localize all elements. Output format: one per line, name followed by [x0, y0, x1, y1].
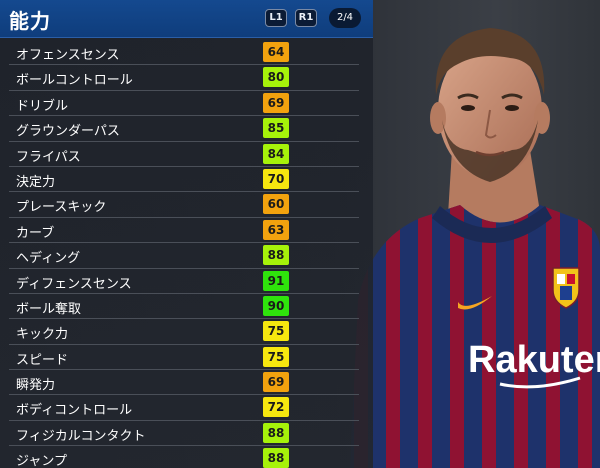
- stat-value-badge: 88: [263, 245, 289, 266]
- stat-label: ディフェンスセンス: [16, 276, 132, 292]
- page-indicator: 2/4: [329, 8, 361, 28]
- stat-label: ボディコントロール: [16, 403, 133, 419]
- stat-label: 瞬発力: [16, 378, 56, 394]
- stat-value-badge: 80: [263, 67, 289, 88]
- stat-row[interactable]: 瞬発力 69: [0, 370, 373, 396]
- stat-row[interactable]: フライパス 84: [0, 142, 373, 168]
- stat-row[interactable]: ボール奪取 90: [0, 294, 373, 320]
- stat-value-badge: 88: [263, 448, 289, 468]
- ability-panel: 能力 L1 R1 2/4 オフェンスセンス 64 ボールコントロール 80 ドリブル 69…: [0, 0, 373, 468]
- shirt-sponsor: Rakuten: [468, 339, 600, 381]
- stat-value-badge: 69: [263, 92, 289, 113]
- stat-value-badge: 75: [263, 346, 289, 367]
- stat-label: ボールコントロール: [16, 73, 133, 89]
- stat-label: キック力: [16, 327, 69, 343]
- stat-row[interactable]: スピード 75: [0, 345, 373, 371]
- stat-label: オフェンスセンス: [16, 48, 120, 63]
- stat-row[interactable]: カーブ 63: [0, 218, 373, 244]
- stats-list: オフェンスセンス 64 ボールコントロール 80 ドリブル 69 グラウンダーパス 85 フライ…: [0, 40, 373, 468]
- stat-value-badge: 90: [263, 295, 289, 316]
- stat-value-badge: 60: [263, 194, 289, 215]
- stat-row[interactable]: グラウンダーパス 85: [0, 116, 373, 142]
- stat-value-badge: 69: [263, 372, 289, 393]
- stat-value-badge: 63: [263, 219, 289, 240]
- stat-value-badge: 85: [263, 118, 289, 139]
- stat-row[interactable]: 決定力 70: [0, 167, 373, 193]
- stat-row[interactable]: ドリブル 69: [0, 91, 373, 117]
- stat-value-badge: 91: [263, 270, 289, 291]
- stat-label: フィジカルコンタクト: [16, 428, 146, 444]
- stat-row[interactable]: ヘディング 88: [0, 243, 373, 269]
- stat-label: スピード: [16, 352, 69, 368]
- club-crest-icon: [552, 267, 580, 309]
- stat-label: ドリブル: [16, 98, 69, 114]
- player-ability-screen: Rakuten 能力 L1 R1 2/4 オフェンスセンス 64 ボールコントロール…: [0, 0, 600, 468]
- stat-row[interactable]: オフェンスセンス 64: [0, 40, 373, 66]
- stat-label: プレースキック: [16, 200, 107, 216]
- stat-label: カーブ: [16, 225, 55, 241]
- page-title: 能力: [9, 9, 51, 33]
- stat-label: ジャンプ: [16, 454, 67, 468]
- ability-header: 能力 L1 R1 2/4: [0, 0, 373, 38]
- stat-value-badge: 88: [263, 422, 289, 443]
- next-page-r1-button[interactable]: R1: [295, 9, 317, 27]
- stat-value-badge: 84: [263, 143, 289, 164]
- stat-row[interactable]: キック力 75: [0, 319, 373, 346]
- stat-label: グラウンダーパス: [16, 124, 120, 140]
- stat-value-badge: 75: [263, 321, 289, 342]
- stat-row[interactable]: フィジカルコンタクト 88: [0, 421, 373, 447]
- stat-row[interactable]: プレースキック 60: [0, 192, 373, 219]
- stat-value-badge: 72: [263, 397, 289, 418]
- prev-page-l1-button[interactable]: L1: [265, 9, 287, 27]
- player-portrait: Rakuten: [340, 0, 600, 468]
- stat-label: ヘディング: [16, 251, 81, 267]
- stat-value-badge: 64: [263, 42, 289, 62]
- stat-label: フライパス: [16, 149, 81, 165]
- stat-label: 決定力: [16, 174, 56, 190]
- stat-label: ボール奪取: [16, 301, 82, 317]
- stat-row[interactable]: ボールコントロール 80: [0, 65, 373, 92]
- stat-row[interactable]: ディフェンスセンス 91: [0, 269, 373, 295]
- stat-value-badge: 70: [263, 168, 289, 189]
- stat-row[interactable]: ボディコントロール 72: [0, 395, 373, 422]
- stat-row[interactable]: ジャンプ 88: [0, 446, 373, 468]
